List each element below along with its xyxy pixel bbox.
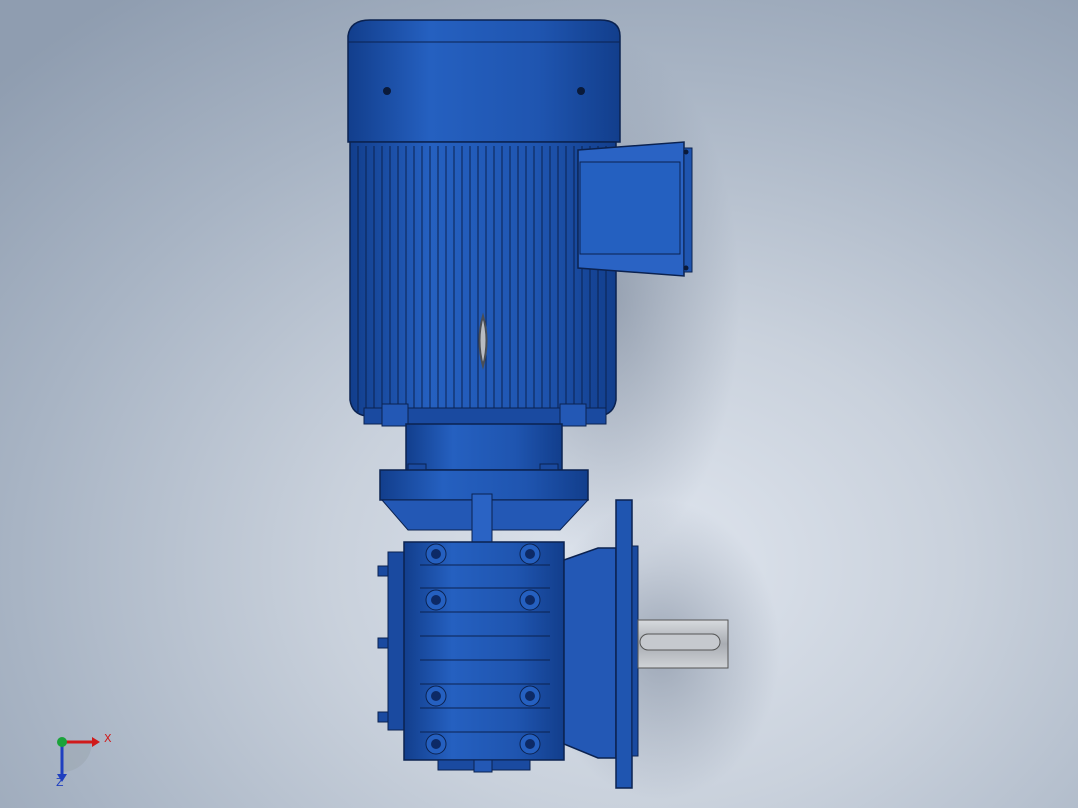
bolt-head — [525, 691, 535, 701]
gearmotor-model[interactable] — [0, 0, 1078, 808]
bolt-head — [525, 739, 535, 749]
bolt-head — [525, 549, 535, 559]
output-shaft[interactable] — [637, 619, 729, 669]
lifting-eye[interactable] — [478, 312, 488, 370]
fan-cover-screw-left — [383, 87, 391, 95]
y-axis-dot — [57, 737, 67, 747]
motor-fan-cover[interactable] — [347, 19, 621, 143]
motor-adapter — [405, 423, 563, 473]
x-axis-label: X — [104, 732, 112, 745]
fan-cover-screw-right — [577, 87, 585, 95]
motor-body[interactable] — [349, 141, 617, 417]
orientation-triad: X Z — [40, 728, 120, 792]
bolt-head — [431, 691, 441, 701]
z-axis-label: Z — [56, 776, 64, 789]
cad-viewport[interactable]: X Z — [0, 0, 1078, 808]
bolt-head — [431, 739, 441, 749]
terminal-box[interactable] — [577, 141, 693, 277]
bolt-head — [431, 595, 441, 605]
bolt-head — [431, 549, 441, 559]
gearbox-housing[interactable] — [377, 541, 565, 773]
bolt-head — [525, 595, 535, 605]
